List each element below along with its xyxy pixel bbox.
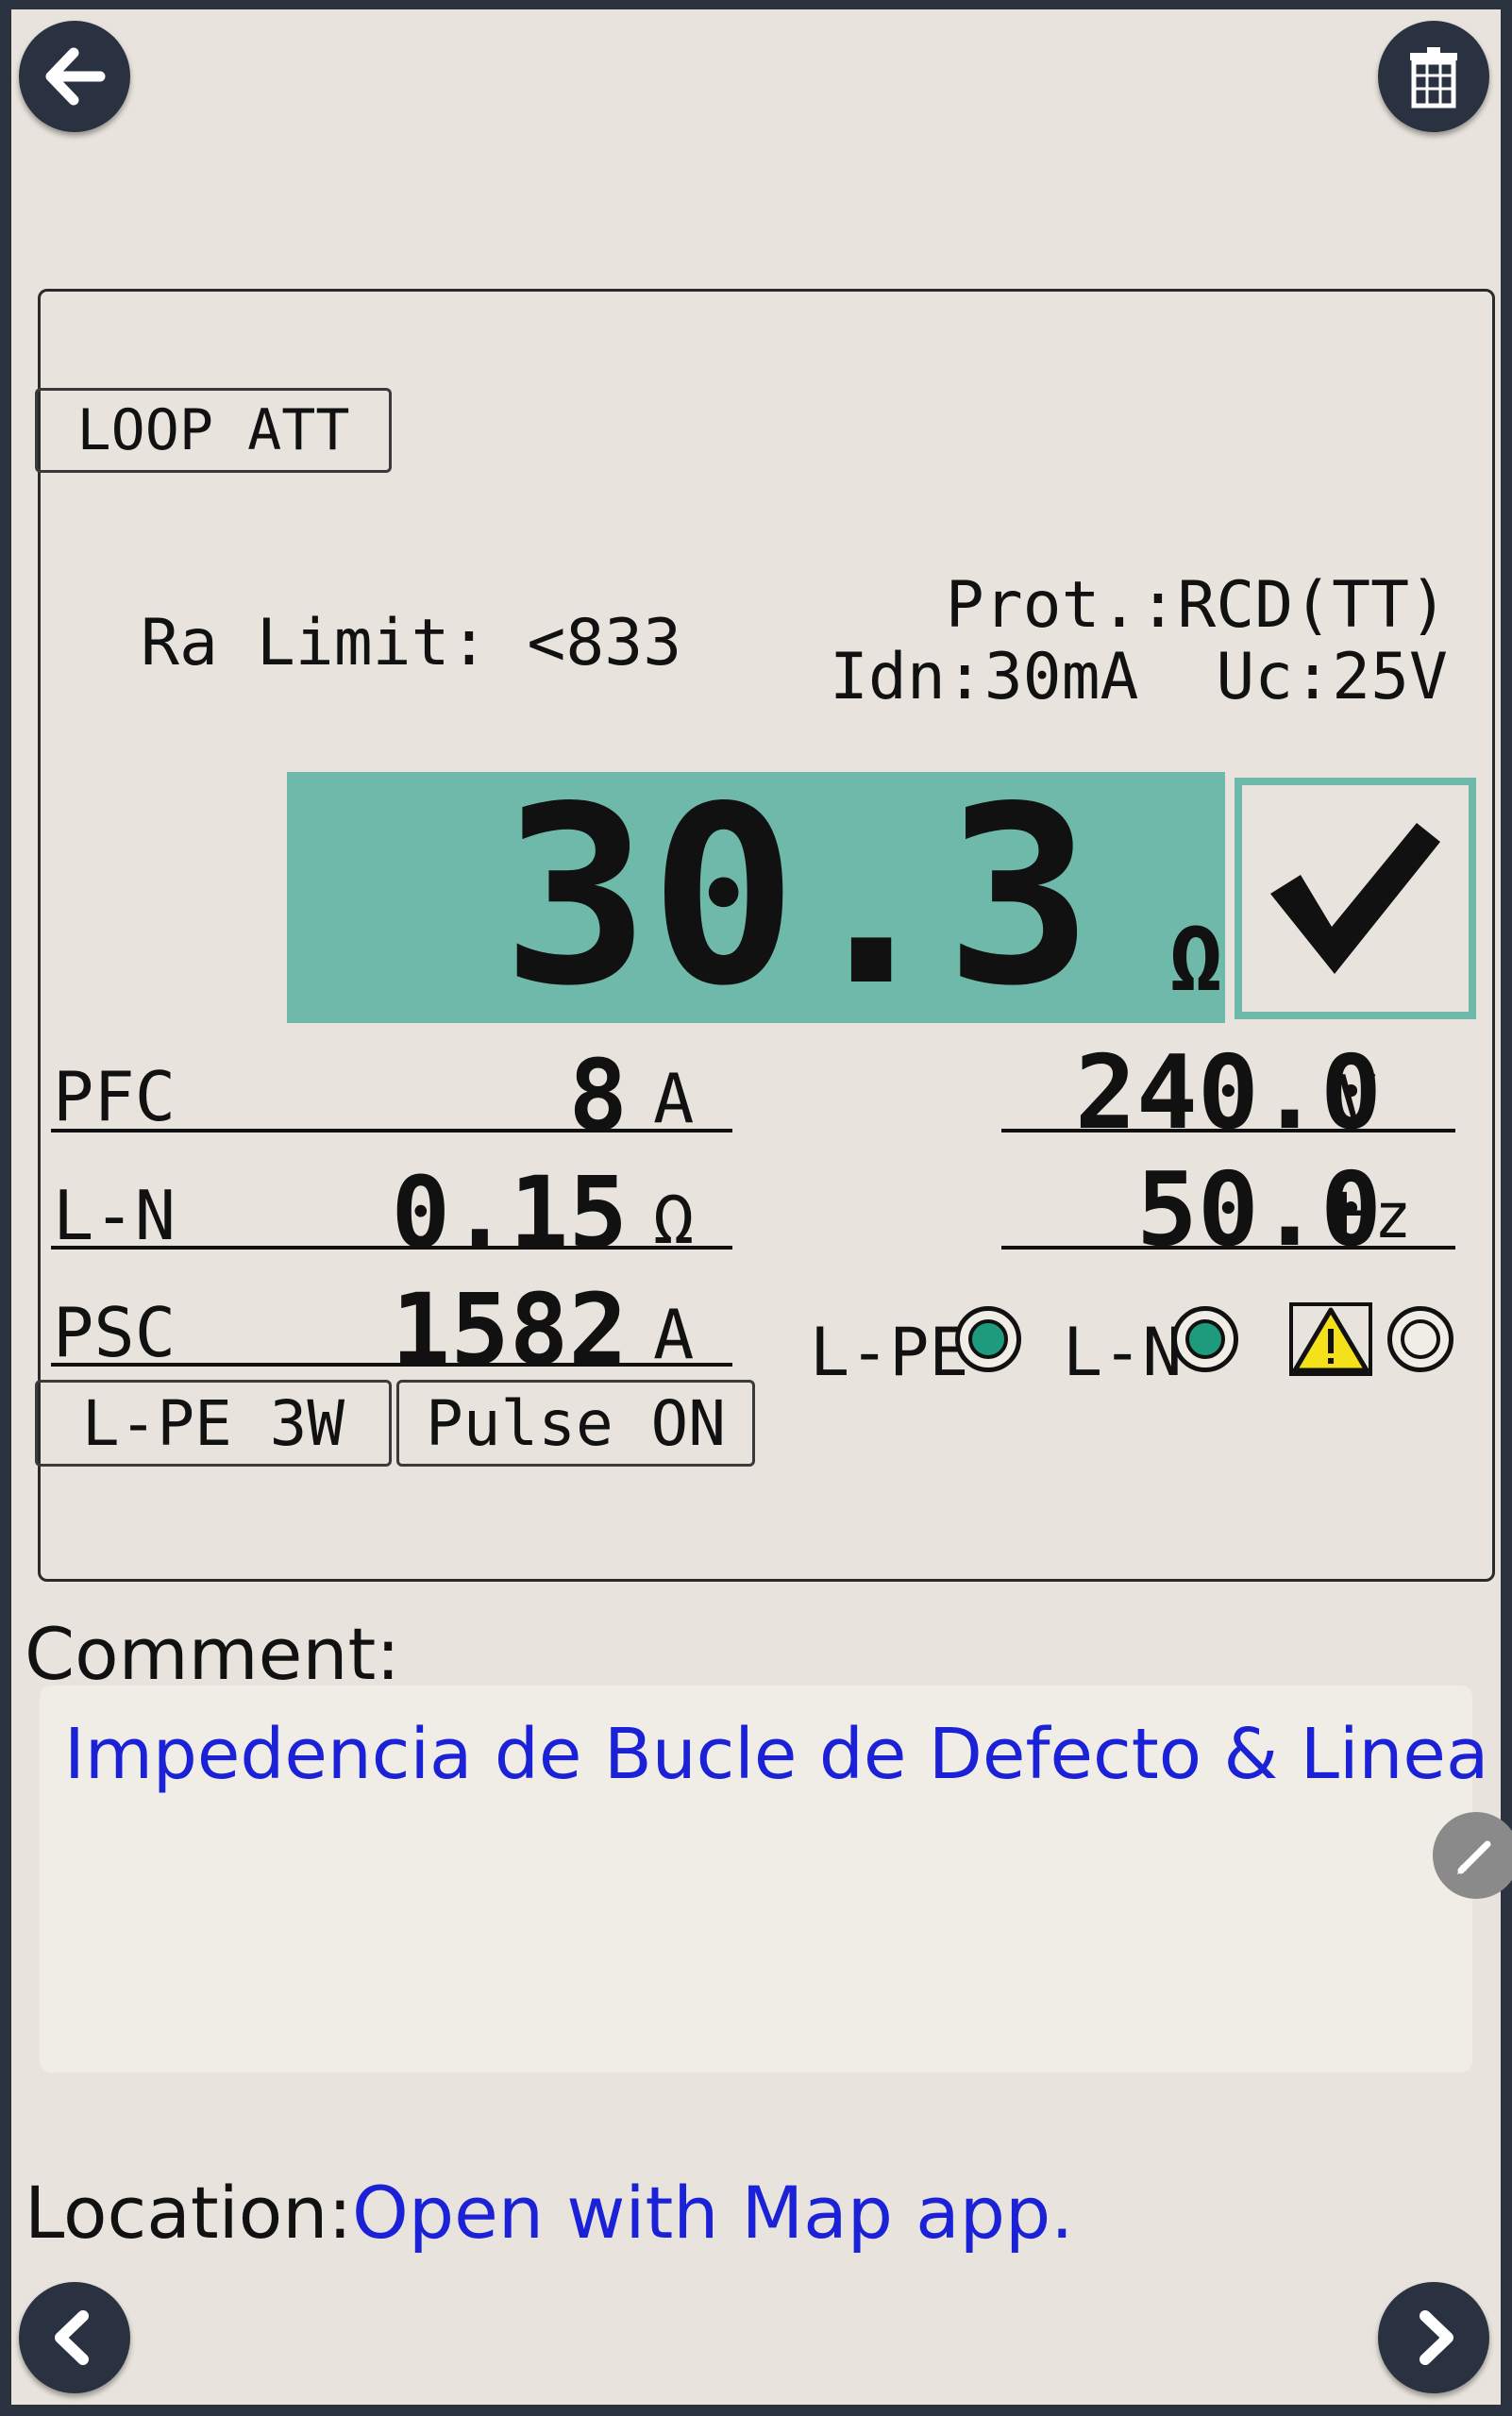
row-unit: A xyxy=(653,1059,695,1138)
frequency-underline xyxy=(1001,1246,1455,1250)
back-button[interactable] xyxy=(19,21,130,132)
protection-label: Prot.:RCD(TT) xyxy=(945,568,1448,643)
delete-button[interactable] xyxy=(1378,21,1489,132)
row-underline xyxy=(51,1129,732,1132)
row-value: 8 xyxy=(568,1038,628,1153)
frequency-unit: Hz xyxy=(1336,1180,1412,1252)
previous-button[interactable] xyxy=(19,2282,130,2393)
warning-led xyxy=(1387,1306,1453,1372)
checkmark-icon xyxy=(1270,823,1440,974)
lpe-indicator-label: L-PE xyxy=(810,1314,969,1391)
warning-icon xyxy=(1289,1302,1372,1376)
next-button[interactable] xyxy=(1378,2282,1489,2393)
ra-limit: Ra Limit: <833 xyxy=(141,606,682,680)
chevron-right-icon xyxy=(1420,2310,1453,2365)
location-row: Location:Open with Map app. xyxy=(25,2171,1073,2255)
ln-led xyxy=(1172,1306,1238,1372)
main-value: 30.3 xyxy=(501,755,1093,1040)
row-label: PFC xyxy=(53,1057,176,1136)
comment-text: Impedencia de Bucle de Defecto & Linea xyxy=(64,1714,1489,1795)
main-reading-display: 30.3 Ω xyxy=(287,772,1225,1023)
comment-label: Comment: xyxy=(25,1612,400,1696)
ln-indicator-label: L-N xyxy=(1063,1314,1183,1391)
row-label: PSC xyxy=(53,1293,176,1372)
mode-button[interactable]: LOOP ATT xyxy=(35,388,392,473)
row-underline xyxy=(51,1246,732,1250)
result-indicator xyxy=(1235,778,1476,1019)
chevron-left-icon xyxy=(55,2310,89,2365)
comment-box[interactable]: Impedencia de Bucle de Defecto & Linea xyxy=(40,1686,1488,2072)
idn-uc-label: Idn:30mA Uc:25V xyxy=(829,640,1448,714)
row-value: 1582 xyxy=(391,1272,628,1387)
row-underline xyxy=(51,1363,732,1367)
pulse-button[interactable]: Pulse ON xyxy=(396,1380,755,1467)
row-value: 0.15 xyxy=(391,1155,628,1270)
warning-indicator xyxy=(1287,1300,1374,1378)
map-link[interactable]: Open with Map app. xyxy=(352,2171,1073,2255)
screen: LOOP ATT Ra Limit: <833 Prot.:RCD(TT) Id… xyxy=(11,9,1512,2405)
wiring-button[interactable]: L-PE 3W xyxy=(35,1380,392,1467)
arrow-left-icon xyxy=(45,47,106,106)
pencil-icon xyxy=(1457,1840,1491,1874)
trash-icon xyxy=(1410,47,1457,109)
location-label: Location: xyxy=(25,2171,353,2255)
voltage-underline xyxy=(1001,1129,1455,1132)
lpe-led xyxy=(955,1306,1021,1372)
edit-comment-button[interactable] xyxy=(1433,1812,1512,1899)
row-label: L-N xyxy=(53,1176,176,1255)
main-unit: Ω xyxy=(1168,906,1223,1012)
